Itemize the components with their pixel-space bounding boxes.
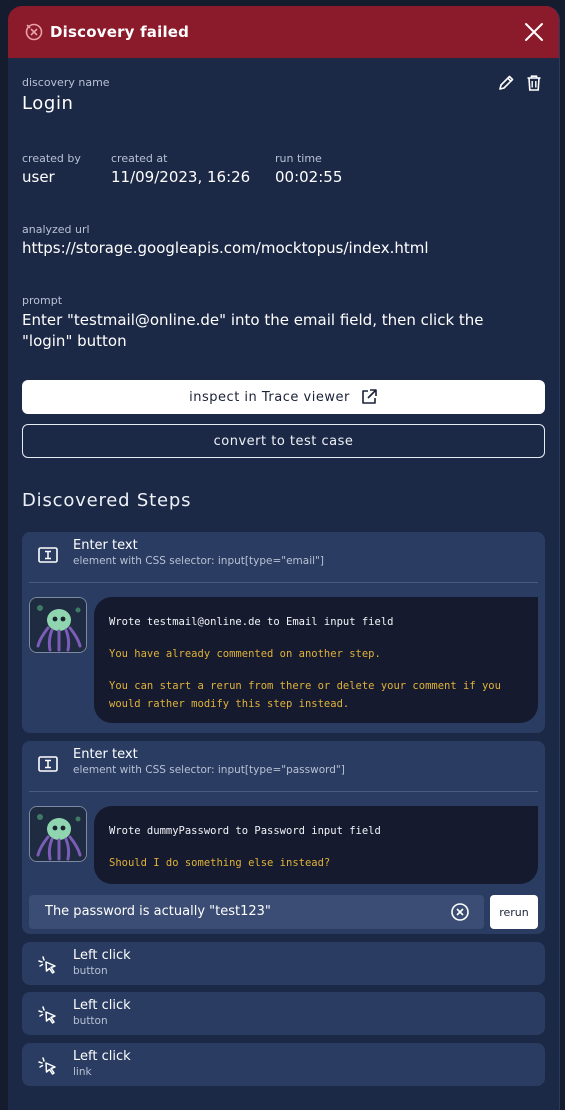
panel-title: Discovery failed [50, 23, 190, 41]
octopus-avatar [29, 806, 87, 862]
step-divider [29, 582, 538, 583]
step-subtitle: link [73, 1066, 92, 1078]
step-warning: You have already commented on another st… [109, 648, 381, 660]
comment-input[interactable]: The password is actually "test123" [29, 895, 484, 929]
created-at-value: 11/09/2023, 16:26 [111, 168, 251, 186]
discovery-tools [497, 74, 543, 92]
external-link-icon [362, 389, 377, 404]
analyzed-url-label: analyzed url [22, 223, 90, 236]
discovery-name-block: discovery name Login [22, 76, 110, 114]
discovery-panel: Discovery failed discovery name Login cr… [8, 6, 560, 1110]
created-at: created at 11/09/2023, 16:26 [111, 152, 250, 186]
step-divider [29, 791, 538, 792]
step-header: Enter text element with CSS selector: in… [22, 741, 545, 785]
step-subtitle: button [73, 1015, 108, 1027]
step-item[interactable]: Left click button [22, 942, 545, 985]
click-cursor-icon [38, 956, 56, 974]
step-title: Left click [73, 998, 131, 1013]
step-message: Wrote testmail@online.de to Email input … [109, 616, 394, 628]
created-by-label: created by [22, 152, 81, 165]
step-warning-hint: You can start a rerun from there or dele… [109, 680, 501, 710]
prompt-text: Enter "testmail@online.de" into the emai… [22, 311, 484, 350]
failed-circle-icon [25, 23, 43, 41]
analyzed-url: https://storage.googleapis.com/mocktopus… [22, 239, 429, 257]
comment-text: The password is actually "test123" [45, 904, 271, 919]
clear-circle-icon[interactable] [450, 902, 470, 922]
rerun-button[interactable]: rerun [490, 895, 538, 929]
panel-header: Discovery failed [8, 6, 559, 58]
convert-to-test-case-button[interactable]: convert to test case [22, 424, 545, 458]
inspect-trace-label: inspect in Trace viewer [189, 389, 350, 405]
discovery-name: Login [22, 93, 74, 114]
discovered-steps-title: Discovered Steps [22, 490, 192, 511]
convert-label: convert to test case [213, 433, 354, 449]
step-title: Enter text [73, 747, 138, 762]
comment-row: The password is actually "test123" rerun [29, 895, 538, 929]
analyzed-url-block: analyzed url https://storage.googleapis.… [22, 223, 429, 257]
step-item[interactable]: Enter text element with CSS selector: in… [22, 741, 545, 934]
step-title: Left click [73, 1049, 131, 1064]
inspect-trace-button[interactable]: inspect in Trace viewer [22, 380, 545, 414]
click-cursor-icon [38, 1006, 56, 1024]
prompt-block: prompt Enter "testmail@online.de" into t… [22, 294, 545, 352]
step-item[interactable]: Enter text element with CSS selector: in… [22, 532, 545, 733]
created-by: created by user [22, 152, 81, 186]
step-header: Enter text element with CSS selector: in… [22, 532, 545, 576]
created-by-value: user [22, 168, 55, 186]
discovery-name-label: discovery name [22, 76, 110, 89]
close-icon[interactable] [523, 21, 545, 43]
run-time-label: run time [275, 152, 322, 165]
pencil-icon[interactable] [497, 74, 515, 92]
step-title: Left click [73, 948, 131, 963]
step-item[interactable]: Left click button [22, 992, 545, 1035]
step-header: Left click link [22, 1043, 545, 1087]
step-message: Wrote dummyPassword to Password input fi… [109, 825, 381, 837]
prompt-label: prompt [22, 294, 63, 307]
click-cursor-icon [38, 1057, 56, 1075]
step-title: Enter text [73, 538, 138, 553]
run-time-value: 00:02:55 [275, 168, 343, 186]
text-input-icon [38, 756, 58, 772]
run-time: run time 00:02:55 [275, 152, 342, 186]
step-header: Left click button [22, 992, 545, 1036]
step-item[interactable]: Left click link [22, 1043, 545, 1086]
step-message-bubble: Wrote testmail@online.de to Email input … [94, 597, 538, 723]
text-input-icon [38, 547, 58, 563]
created-at-label: created at [111, 152, 168, 165]
octopus-avatar [29, 597, 87, 653]
step-subtitle: element with CSS selector: input[type="p… [73, 764, 345, 776]
step-subtitle: button [73, 965, 108, 977]
step-header: Left click button [22, 942, 545, 986]
trash-icon[interactable] [525, 74, 543, 92]
step-question: Should I do something else instead? [109, 857, 331, 869]
step-subtitle: element with CSS selector: input[type="e… [73, 555, 324, 567]
step-message-bubble: Wrote dummyPassword to Password input fi… [94, 806, 538, 884]
